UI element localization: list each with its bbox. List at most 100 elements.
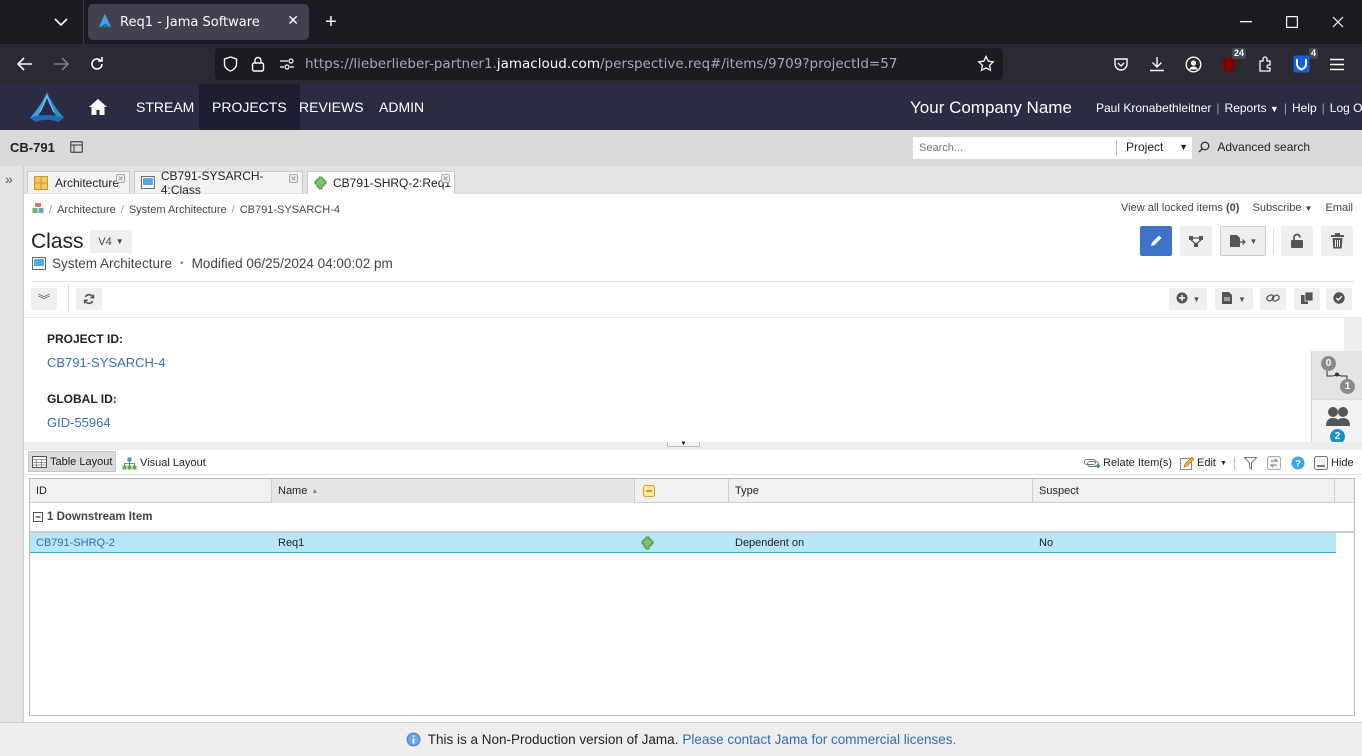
help-button[interactable]: ? xyxy=(1288,453,1308,473)
column-header-name[interactable]: Name ▲ xyxy=(272,479,635,503)
app-menu-icon[interactable] xyxy=(1324,52,1350,76)
breadcrumb-item[interactable]: Architecture xyxy=(57,204,116,216)
duplicate-button[interactable] xyxy=(1294,288,1320,310)
link-icon xyxy=(1266,293,1280,306)
extensions-icon[interactable] xyxy=(1252,52,1278,76)
table-row[interactable]: CB791-SHRQ-2 Req1 Dependent on No xyxy=(30,533,1336,553)
check-circle-icon xyxy=(1333,291,1345,307)
add-menu-button[interactable]: ▼ xyxy=(1169,288,1207,310)
tracking-shield-icon[interactable] xyxy=(223,56,239,72)
reload-button[interactable] xyxy=(84,52,110,76)
document-menu-button[interactable]: ▼ xyxy=(1215,288,1253,310)
forward-button[interactable] xyxy=(48,52,74,76)
panel-splitter[interactable]: ▼ xyxy=(24,441,1362,450)
row-id-link[interactable]: CB791-SHRQ-2 xyxy=(36,537,115,549)
version-select[interactable]: V4 ▼ xyxy=(90,230,132,253)
close-tab-icon[interactable]: ✕ xyxy=(287,13,299,29)
relationships-rail-button[interactable]: 0 1 xyxy=(1311,351,1362,399)
sync-button[interactable] xyxy=(1264,453,1284,473)
delete-button[interactable] xyxy=(1321,226,1353,256)
explorer-collapsed-panel: » xyxy=(0,166,24,722)
url-bar[interactable]: https://lieberlieber-partner1.jamacloud.… xyxy=(215,48,1003,80)
user-name-link[interactable]: Paul Kronabethleitner xyxy=(1096,101,1211,115)
item-tab-architecture[interactable]: Architecture ✕ xyxy=(27,171,130,193)
close-tab-icon[interactable]: ✕ xyxy=(116,174,125,183)
back-button[interactable] xyxy=(12,52,38,76)
filter-icon xyxy=(1244,456,1257,470)
modified-date: Modified 06/25/2024 04:00:02 pm xyxy=(191,256,393,271)
downloads-icon[interactable] xyxy=(1144,52,1170,76)
subscribe-menu[interactable]: Subscribe ▼ xyxy=(1253,202,1313,214)
view-locked-items-link[interactable]: View all locked items (0) xyxy=(1121,202,1239,214)
row-type: Dependent on xyxy=(735,537,805,549)
home-button[interactable] xyxy=(76,84,120,130)
table-layout-button[interactable]: Table Layout xyxy=(28,451,117,472)
column-header-type[interactable]: Type xyxy=(729,479,1033,503)
email-link[interactable]: Email xyxy=(1325,202,1353,214)
close-tab-icon[interactable]: ✕ xyxy=(289,174,298,183)
collapse-group-icon[interactable] xyxy=(33,512,43,522)
trash-icon xyxy=(1330,233,1344,249)
splitter-handle[interactable]: ▼ xyxy=(667,441,700,447)
new-tab-button[interactable]: + xyxy=(318,10,344,34)
nav-reviews[interactable]: REVIEWS xyxy=(286,84,377,130)
lock-icon[interactable] xyxy=(251,56,267,72)
item-view: / Architecture / System Architecture / CB79… xyxy=(24,194,1362,722)
column-header-id[interactable]: ID xyxy=(30,479,272,503)
advanced-search-link[interactable]: Advanced search xyxy=(1198,140,1310,154)
review-button[interactable] xyxy=(1326,288,1352,310)
column-header-item-type[interactable] xyxy=(635,479,729,503)
edit-button[interactable] xyxy=(1140,226,1172,256)
export-menu-button[interactable]: ▼ xyxy=(1220,226,1266,256)
column-header-suspect[interactable]: Suspect xyxy=(1033,479,1335,503)
ublock-icon[interactable]: 24 xyxy=(1216,48,1246,76)
visual-layout-button[interactable]: Visual Layout xyxy=(119,453,209,473)
reports-menu[interactable]: Reports ▼ xyxy=(1225,101,1279,115)
bitwarden-icon[interactable]: 4 xyxy=(1288,48,1318,76)
hide-panel-button[interactable]: Hide xyxy=(1311,453,1357,473)
collapse-fields-button[interactable]: ︾ xyxy=(31,288,57,310)
url-text[interactable]: https://lieberlieber-partner1.jamacloud.… xyxy=(305,56,897,72)
pocket-icon[interactable] xyxy=(1108,52,1134,76)
edit-menu-button[interactable]: Edit ▼ xyxy=(1177,453,1230,473)
item-tab-req1[interactable]: CB791-SHRQ-2:Req1 ✕ xyxy=(307,171,455,194)
browser-tab[interactable]: Req1 - Jama Software ✕ xyxy=(88,4,309,40)
logout-link[interactable]: Log Out xyxy=(1330,101,1362,115)
bookmark-star-icon[interactable] xyxy=(977,54,995,77)
global-id-value[interactable]: GID-55964 xyxy=(47,415,111,430)
project-home-icon[interactable] xyxy=(32,202,44,217)
group-row[interactable]: 1 Downstream Item xyxy=(30,503,1354,533)
contact-jama-link[interactable]: Please contact Jama for commercial licen… xyxy=(682,732,956,747)
filter-button[interactable] xyxy=(1241,453,1260,473)
minimize-button[interactable] xyxy=(1226,8,1266,36)
relate-items-button[interactable]: Relate Item(s) xyxy=(1081,453,1175,473)
permissions-icon[interactable] xyxy=(279,58,295,70)
trace-button[interactable] xyxy=(1180,226,1212,256)
item-tab-class[interactable]: CB791-SYSARCH-4:Class ✕ xyxy=(134,169,303,197)
nav-projects[interactable]: PROJECTS xyxy=(199,84,300,130)
refresh-button[interactable] xyxy=(76,288,102,310)
nav-admin[interactable]: ADMIN xyxy=(366,84,437,130)
search-input[interactable] xyxy=(913,142,1113,154)
export-icon xyxy=(1229,235,1246,247)
maximize-button[interactable] xyxy=(1272,8,1312,36)
breadcrumb-item[interactable]: CB791-SYSARCH-4 xyxy=(240,204,340,216)
collaborators-rail-button[interactable]: 2 xyxy=(1311,399,1362,445)
project-panel-icon[interactable] xyxy=(70,140,84,154)
expand-explorer-icon[interactable]: » xyxy=(5,171,13,187)
project-id: CB-791 xyxy=(10,140,55,155)
search-scope-select[interactable]: Project ▼ xyxy=(1116,140,1192,156)
project-id-value[interactable]: CB791-SYSARCH-4 xyxy=(47,355,166,370)
nav-stream[interactable]: STREAM xyxy=(123,84,207,130)
copy-link-button[interactable] xyxy=(1260,288,1286,310)
item-tabs: Architecture ✕ CB791-SYSARCH-4:Class ✕ C… xyxy=(24,166,1362,197)
close-tab-icon[interactable]: ✕ xyxy=(441,174,450,183)
breadcrumb-item[interactable]: System Architecture xyxy=(129,204,227,216)
jama-logo[interactable] xyxy=(28,90,66,124)
divider xyxy=(68,284,69,312)
close-window-button[interactable] xyxy=(1318,8,1358,36)
tab-list-button[interactable] xyxy=(48,10,74,34)
lock-button[interactable] xyxy=(1281,226,1313,256)
help-link[interactable]: Help xyxy=(1292,101,1317,115)
account-icon[interactable] xyxy=(1180,52,1206,76)
